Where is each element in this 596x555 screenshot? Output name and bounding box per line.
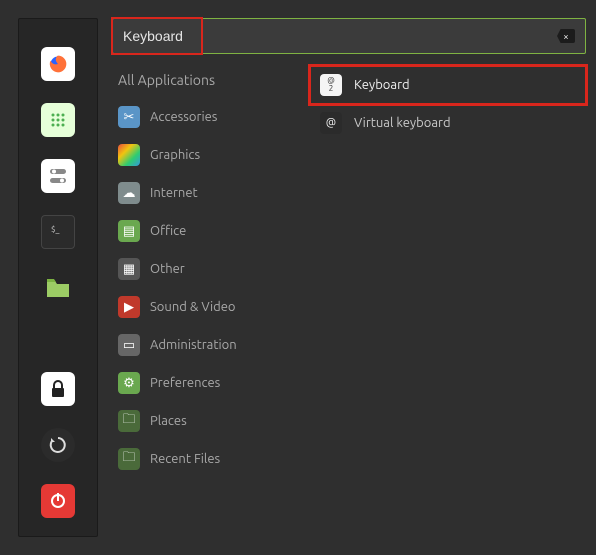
category-internet[interactable]: ☁ Internet <box>112 174 272 212</box>
category-label: Internet <box>150 186 198 200</box>
search-field[interactable]: × <box>112 18 586 54</box>
category-label: Graphics <box>150 148 200 162</box>
result-keyboard[interactable]: Keyboard <box>310 66 586 104</box>
scissors-icon: ✂ <box>118 106 140 128</box>
result-virtual-keyboard[interactable]: Virtual keyboard <box>310 104 586 142</box>
category-office[interactable]: ▤ Office <box>112 212 272 250</box>
office-icon: ▤ <box>118 220 140 242</box>
recent-icon: 🗀 <box>118 448 140 470</box>
preferences-icon: ⚙ <box>118 372 140 394</box>
terminal-icon[interactable]: $_ <box>41 215 75 249</box>
category-sound-video[interactable]: ▶ Sound & Video <box>112 288 272 326</box>
clear-search-icon[interactable]: × <box>557 29 575 43</box>
files-icon[interactable] <box>41 271 75 305</box>
category-label: Recent Files <box>150 452 220 466</box>
restart-icon[interactable] <box>41 428 75 462</box>
grid-icon: ▦ <box>118 258 140 280</box>
category-preferences[interactable]: ⚙ Preferences <box>112 364 272 402</box>
category-label: Places <box>150 414 187 428</box>
graphics-icon <box>118 144 140 166</box>
category-accessories[interactable]: ✂ Accessories <box>112 98 272 136</box>
category-administration[interactable]: ▭ Administration <box>112 326 272 364</box>
lock-icon[interactable] <box>41 372 75 406</box>
folder-icon: 🗀 <box>118 410 140 432</box>
search-results: Keyboard Virtual keyboard <box>272 66 586 537</box>
category-graphics[interactable]: Graphics <box>112 136 272 174</box>
category-label: Other <box>150 262 185 276</box>
play-icon: ▶ <box>118 296 140 318</box>
category-label: Office <box>150 224 186 238</box>
result-label: Virtual keyboard <box>354 116 451 130</box>
settings-toggle-icon[interactable] <box>41 159 75 193</box>
applications-menu: × All Applications ✂ Accessories Graphic… <box>108 0 596 555</box>
cloud-icon: ☁ <box>118 182 140 204</box>
admin-icon: ▭ <box>118 334 140 356</box>
power-icon[interactable] <box>41 484 75 518</box>
category-places[interactable]: 🗀 Places <box>112 402 272 440</box>
apps-grid-icon[interactable] <box>41 103 75 137</box>
categories-header: All Applications <box>112 66 272 98</box>
category-other[interactable]: ▦ Other <box>112 250 272 288</box>
category-label: Sound & Video <box>150 300 236 314</box>
firefox-icon[interactable] <box>41 47 75 81</box>
svg-text:$_: $_ <box>51 225 60 234</box>
category-label: Administration <box>150 338 237 352</box>
search-input[interactable] <box>123 28 557 44</box>
categories-list: All Applications ✂ Accessories Graphics … <box>112 66 272 537</box>
keyboard-icon <box>320 74 342 96</box>
category-recent-files[interactable]: 🗀 Recent Files <box>112 440 272 478</box>
result-label: Keyboard <box>354 78 410 92</box>
launcher-sidebar: $_ <box>18 18 98 537</box>
category-label: Accessories <box>150 110 217 124</box>
virtual-keyboard-icon <box>320 112 342 134</box>
category-label: Preferences <box>150 376 220 390</box>
